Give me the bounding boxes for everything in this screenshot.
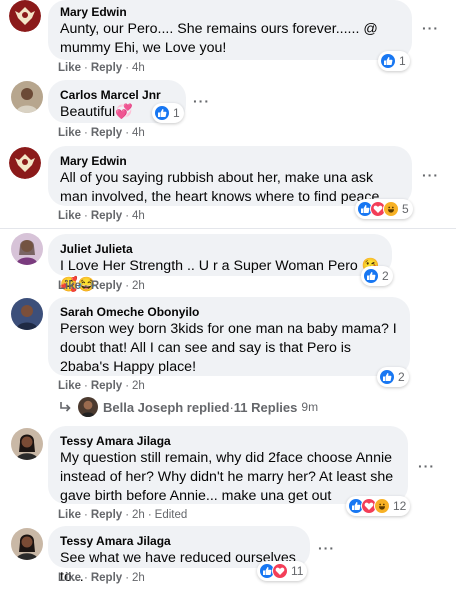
reactions-summary[interactable]: 1 bbox=[152, 103, 184, 123]
like-reaction-icon bbox=[380, 53, 396, 69]
emblem-avatar-icon bbox=[9, 147, 41, 179]
comment-author[interactable]: Mary Edwin bbox=[60, 153, 400, 169]
reaction-count: 1 bbox=[173, 106, 180, 120]
like-button[interactable]: Like bbox=[58, 127, 81, 139]
like-button[interactable]: Like bbox=[58, 572, 81, 584]
avatar[interactable] bbox=[11, 233, 43, 265]
reply-button[interactable]: Reply bbox=[91, 280, 122, 292]
comment-text: Person wey born 3kids for one man na bab… bbox=[60, 321, 397, 375]
emblem-avatar-icon bbox=[9, 0, 41, 32]
timestamp[interactable]: 4h bbox=[132, 210, 145, 222]
avatar[interactable] bbox=[11, 81, 43, 113]
comment-author[interactable]: Sarah Omeche Obonyilo bbox=[60, 304, 398, 320]
replies-time: 9m bbox=[301, 400, 319, 414]
timestamp[interactable]: 2h bbox=[132, 572, 145, 584]
more-options-icon[interactable]: ··· bbox=[422, 20, 439, 36]
comment-actions: Like · Reply · 2h bbox=[58, 380, 145, 392]
like-button[interactable]: Like bbox=[58, 280, 81, 292]
comment-actions: Like · Reply · 4h bbox=[58, 62, 145, 74]
reply-button[interactable]: Reply bbox=[91, 380, 122, 392]
like-button[interactable]: Like bbox=[58, 509, 81, 521]
timestamp[interactable]: 4h bbox=[132, 127, 145, 139]
comment-bubble: Mary Edwin Aunty, our Pero.... She remai… bbox=[48, 0, 412, 60]
comment-author[interactable]: Carlos Marcel Jnr bbox=[60, 87, 174, 103]
comment-actions: Like · Reply · 2h bbox=[58, 280, 145, 292]
more-options-icon[interactable]: ··· bbox=[422, 167, 439, 183]
comment-bubble: Juliet Julieta I Love Her Strength .. U … bbox=[48, 234, 392, 293]
comment-author[interactable]: Juliet Julieta bbox=[60, 241, 380, 257]
comment-text: All of you saying rubbish about her, mak… bbox=[60, 170, 384, 205]
comment-bubble: Sarah Omeche Obonyilo Person wey born 3k… bbox=[48, 297, 410, 376]
timestamp[interactable]: 2h bbox=[132, 380, 145, 392]
reaction-count: 2 bbox=[398, 370, 405, 384]
edited-label[interactable]: Edited bbox=[155, 509, 188, 521]
comment-text: My question still remain, why did 2face … bbox=[60, 450, 394, 504]
love-reaction-icon bbox=[272, 563, 288, 579]
comment-author[interactable]: Tessy Amara Jilaga bbox=[60, 533, 298, 549]
reaction-count: 11 bbox=[291, 564, 304, 578]
reply-button[interactable]: Reply bbox=[91, 210, 122, 222]
profile-photo-icon bbox=[11, 81, 43, 113]
profile-photo-icon bbox=[11, 233, 43, 265]
more-options-icon[interactable]: ··· bbox=[318, 540, 335, 556]
haha-reaction-icon bbox=[374, 498, 390, 514]
reactions-summary[interactable]: 5 bbox=[355, 199, 413, 219]
like-reaction-icon bbox=[363, 268, 379, 284]
comment-actions: Like · Reply · 2h · Edited bbox=[58, 509, 188, 521]
avatar[interactable] bbox=[11, 298, 43, 330]
haha-reaction-icon bbox=[383, 201, 399, 217]
avatar[interactable] bbox=[9, 147, 41, 179]
like-reaction-icon bbox=[379, 369, 395, 385]
comment-bubble: Mary Edwin All of you saying rubbish abo… bbox=[48, 146, 412, 206]
reactions-summary[interactable]: 2 bbox=[377, 367, 409, 387]
reply-button[interactable]: Reply bbox=[91, 62, 122, 74]
reaction-count: 12 bbox=[393, 499, 407, 513]
reaction-count: 1 bbox=[399, 54, 406, 68]
reply-arrow-icon bbox=[60, 402, 71, 412]
timestamp[interactable]: 4h bbox=[132, 62, 145, 74]
reaction-count: 2 bbox=[382, 269, 389, 283]
comment-actions: Like · Reply · 4h bbox=[58, 210, 145, 222]
reactions-summary[interactable]: 11 bbox=[257, 561, 308, 581]
timestamp[interactable]: 2h bbox=[132, 280, 145, 292]
view-replies-link[interactable]: Bella Joseph replied · 11 Replies 9m bbox=[58, 397, 318, 417]
comment-author[interactable]: Mary Edwin bbox=[60, 4, 400, 20]
section-divider bbox=[0, 228, 456, 229]
profile-photo-icon bbox=[11, 298, 43, 330]
comment-actions: Like · Reply · 2h bbox=[58, 572, 145, 584]
replies-count[interactable]: 11 Replies bbox=[234, 400, 298, 415]
comment-text: Aunty, our Pero.... She remains ours for… bbox=[60, 21, 378, 56]
reply-button[interactable]: Reply bbox=[91, 127, 122, 139]
avatar[interactable] bbox=[9, 0, 41, 32]
reply-button[interactable]: Reply bbox=[91, 509, 122, 521]
avatar[interactable] bbox=[11, 528, 43, 560]
profile-photo-icon bbox=[11, 528, 43, 560]
timestamp[interactable]: 2h bbox=[132, 509, 145, 521]
like-button[interactable]: Like bbox=[58, 210, 81, 222]
avatar[interactable] bbox=[11, 428, 43, 460]
replier-name[interactable]: Bella Joseph replied bbox=[103, 400, 229, 415]
reaction-count: 5 bbox=[402, 202, 409, 216]
like-reaction-icon bbox=[154, 105, 170, 121]
comment-author[interactable]: Tessy Amara Jilaga bbox=[60, 433, 396, 449]
profile-photo-icon bbox=[11, 428, 43, 460]
reactions-summary[interactable]: 12 bbox=[346, 496, 411, 516]
like-button[interactable]: Like bbox=[58, 62, 81, 74]
like-button[interactable]: Like bbox=[58, 380, 81, 392]
reactions-summary[interactable]: 2 bbox=[361, 266, 393, 286]
reply-button[interactable]: Reply bbox=[91, 572, 122, 584]
more-options-icon[interactable]: ··· bbox=[418, 458, 435, 474]
more-options-icon[interactable]: ··· bbox=[193, 93, 210, 109]
reactions-summary[interactable]: 1 bbox=[378, 51, 410, 71]
comment-actions: Like · Reply · 4h bbox=[58, 127, 145, 139]
replier-avatar bbox=[78, 397, 98, 417]
comment-bubble: Tessy Amara Jilaga My question still rem… bbox=[48, 426, 408, 504]
